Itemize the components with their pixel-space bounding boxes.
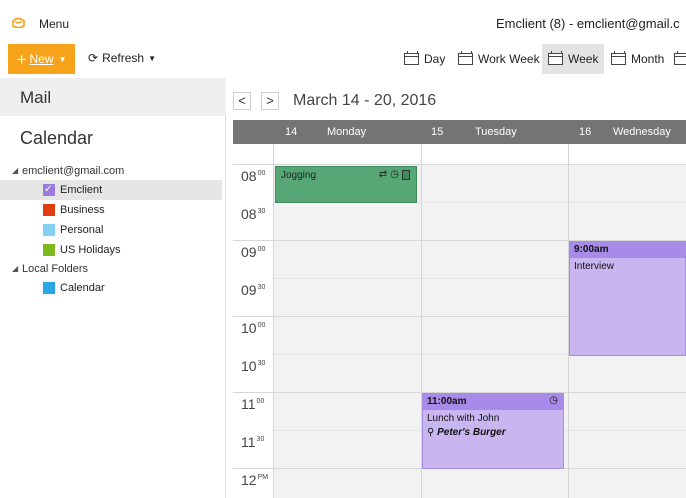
day-name[interactable]: Tuesday (475, 126, 517, 138)
alarm-icon: ◷ (390, 169, 399, 180)
calendar-item-emclient[interactable]: Emclient (0, 180, 222, 200)
new-button[interactable]: + New ▼ (8, 44, 75, 74)
sidebar: Mail Calendar ◢ emclient@gmail.com Emcli… (0, 78, 226, 498)
mail-title: Mail (20, 88, 52, 107)
view-month-label: Month (631, 52, 665, 66)
calendar-item-business[interactable]: Business (0, 200, 226, 220)
calendar-view: < > March 14 - 20, 2016 14 Monday 15 Tue… (227, 78, 686, 498)
time-label: 0800 (241, 168, 266, 184)
event-time: 9:00am (570, 242, 685, 258)
calendar-item-personal[interactable]: Personal (0, 220, 226, 240)
color-swatch-icon[interactable] (43, 224, 55, 236)
expand-triangle-icon[interactable]: ◢ (12, 162, 18, 180)
view-week-label: Week (568, 52, 599, 66)
location-pin-icon: ⚲ (427, 427, 435, 438)
calendar-day-icon (404, 51, 419, 65)
title-bar: Menu Emclient (8) - emclient@gmail.c (0, 0, 686, 42)
view-week-button[interactable]: Week (542, 44, 605, 74)
calendar-item-label: Emclient (60, 184, 103, 196)
calendar-item-label: Business (60, 204, 105, 216)
event-lunch-with-john[interactable]: 11:00am ◷ Lunch with John ⚲ Peter's Burg… (422, 393, 564, 469)
calendar-folder-tree: ◢ emclient@gmail.com Emclient Business P… (0, 162, 226, 298)
mail-section-header[interactable]: Mail (0, 78, 226, 116)
event-jogging[interactable]: Jogging ⇄ ◷ (275, 166, 417, 203)
calendar-section-title: Calendar (20, 128, 94, 148)
view-day-button[interactable]: Day (398, 44, 451, 74)
time-label: 0900 (241, 244, 266, 260)
expand-triangle-icon[interactable]: ◢ (12, 260, 18, 278)
next-week-button[interactable]: > (261, 92, 279, 110)
hour-gridline (233, 164, 686, 165)
plus-icon: + (16, 49, 27, 69)
time-label: 1000 (241, 320, 266, 336)
refresh-icon: ⟳ (88, 51, 99, 65)
day-header-row: 14 Monday 15 Tuesday 16 Wednesday (233, 120, 686, 144)
date-range-title: March 14 - 20, 2016 (293, 92, 437, 109)
refresh-button[interactable]: ⟳ Refresh ▼ (88, 51, 156, 65)
view-day-label: Day (424, 52, 446, 66)
calendar-item-label: Calendar (60, 282, 105, 294)
calendar-month-icon (611, 51, 626, 65)
day-name[interactable]: Wednesday (613, 126, 671, 138)
category-icon (402, 169, 410, 180)
calendar-item-label: US Holidays (60, 244, 121, 256)
chevron-down-icon: ▼ (58, 54, 67, 64)
event-title: Interview (574, 261, 615, 272)
previous-week-button[interactable]: < (233, 92, 251, 110)
event-location: ⚲ Peter's Burger (423, 427, 563, 438)
day-name[interactable]: Monday (327, 126, 366, 138)
recurring-icon: ⇄ (378, 169, 388, 180)
calendar-item-local-calendar[interactable]: Calendar (0, 278, 226, 298)
event-header: 11:00am ◷ (423, 394, 563, 410)
calendar-week-icon (548, 51, 563, 65)
calendar-work-week-icon (458, 51, 473, 65)
time-label: 0930 (241, 282, 266, 298)
toolbar: + New ▼ ⟳ Refresh ▼ Day Work Week Week M… (0, 42, 686, 76)
checkbox-checked-icon[interactable] (43, 180, 55, 200)
account-node[interactable]: ◢ emclient@gmail.com (0, 162, 226, 180)
view-work-week-label: Work Week (478, 52, 540, 66)
local-folders-node[interactable]: ◢ Local Folders (0, 260, 226, 278)
color-swatch-icon[interactable] (43, 204, 55, 216)
view-month-button[interactable]: Month (605, 44, 670, 74)
calendar-item-label: Personal (60, 224, 104, 236)
view-work-week-button[interactable]: Work Week (452, 44, 546, 74)
time-label: 1130 (241, 434, 265, 450)
event-time: 11:00am (427, 396, 467, 407)
alarm-icon: ◷ (549, 395, 558, 406)
time-column: 0800 0830 0900 0930 1000 1030 1100 1130 … (233, 164, 273, 498)
day-number: 14 (285, 126, 298, 138)
menu-button[interactable]: Menu (39, 17, 69, 31)
calendar-item-us-holidays[interactable]: US Holidays (0, 240, 226, 260)
day-number: 15 (431, 126, 444, 138)
new-button-label: New (29, 52, 54, 66)
view-more-button[interactable] (672, 44, 686, 74)
day-divider (273, 144, 274, 498)
chevron-down-icon: ▼ (148, 53, 157, 63)
event-location-text: Peter's Burger (437, 427, 506, 438)
time-label: 12PM (241, 472, 269, 488)
time-label: 1030 (241, 358, 266, 374)
calendar-icon (674, 51, 686, 65)
local-folders-label: Local Folders (22, 263, 89, 275)
emclient-logo-icon (12, 17, 25, 28)
all-day-row[interactable] (233, 144, 686, 164)
time-label: 1100 (241, 396, 265, 412)
color-swatch-icon[interactable] (43, 282, 55, 294)
day-number: 16 (579, 126, 592, 138)
time-label: 0830 (241, 206, 266, 222)
account-label: emclient@gmail.com (22, 165, 125, 177)
event-interview[interactable]: 9:00am Interview (569, 241, 686, 356)
event-title: Jogging (281, 170, 317, 181)
event-title: Lunch with John (427, 413, 500, 424)
color-swatch-icon[interactable] (43, 244, 55, 256)
refresh-button-label: Refresh (102, 51, 145, 65)
window-title: Emclient (8) - emclient@gmail.c (496, 16, 680, 31)
